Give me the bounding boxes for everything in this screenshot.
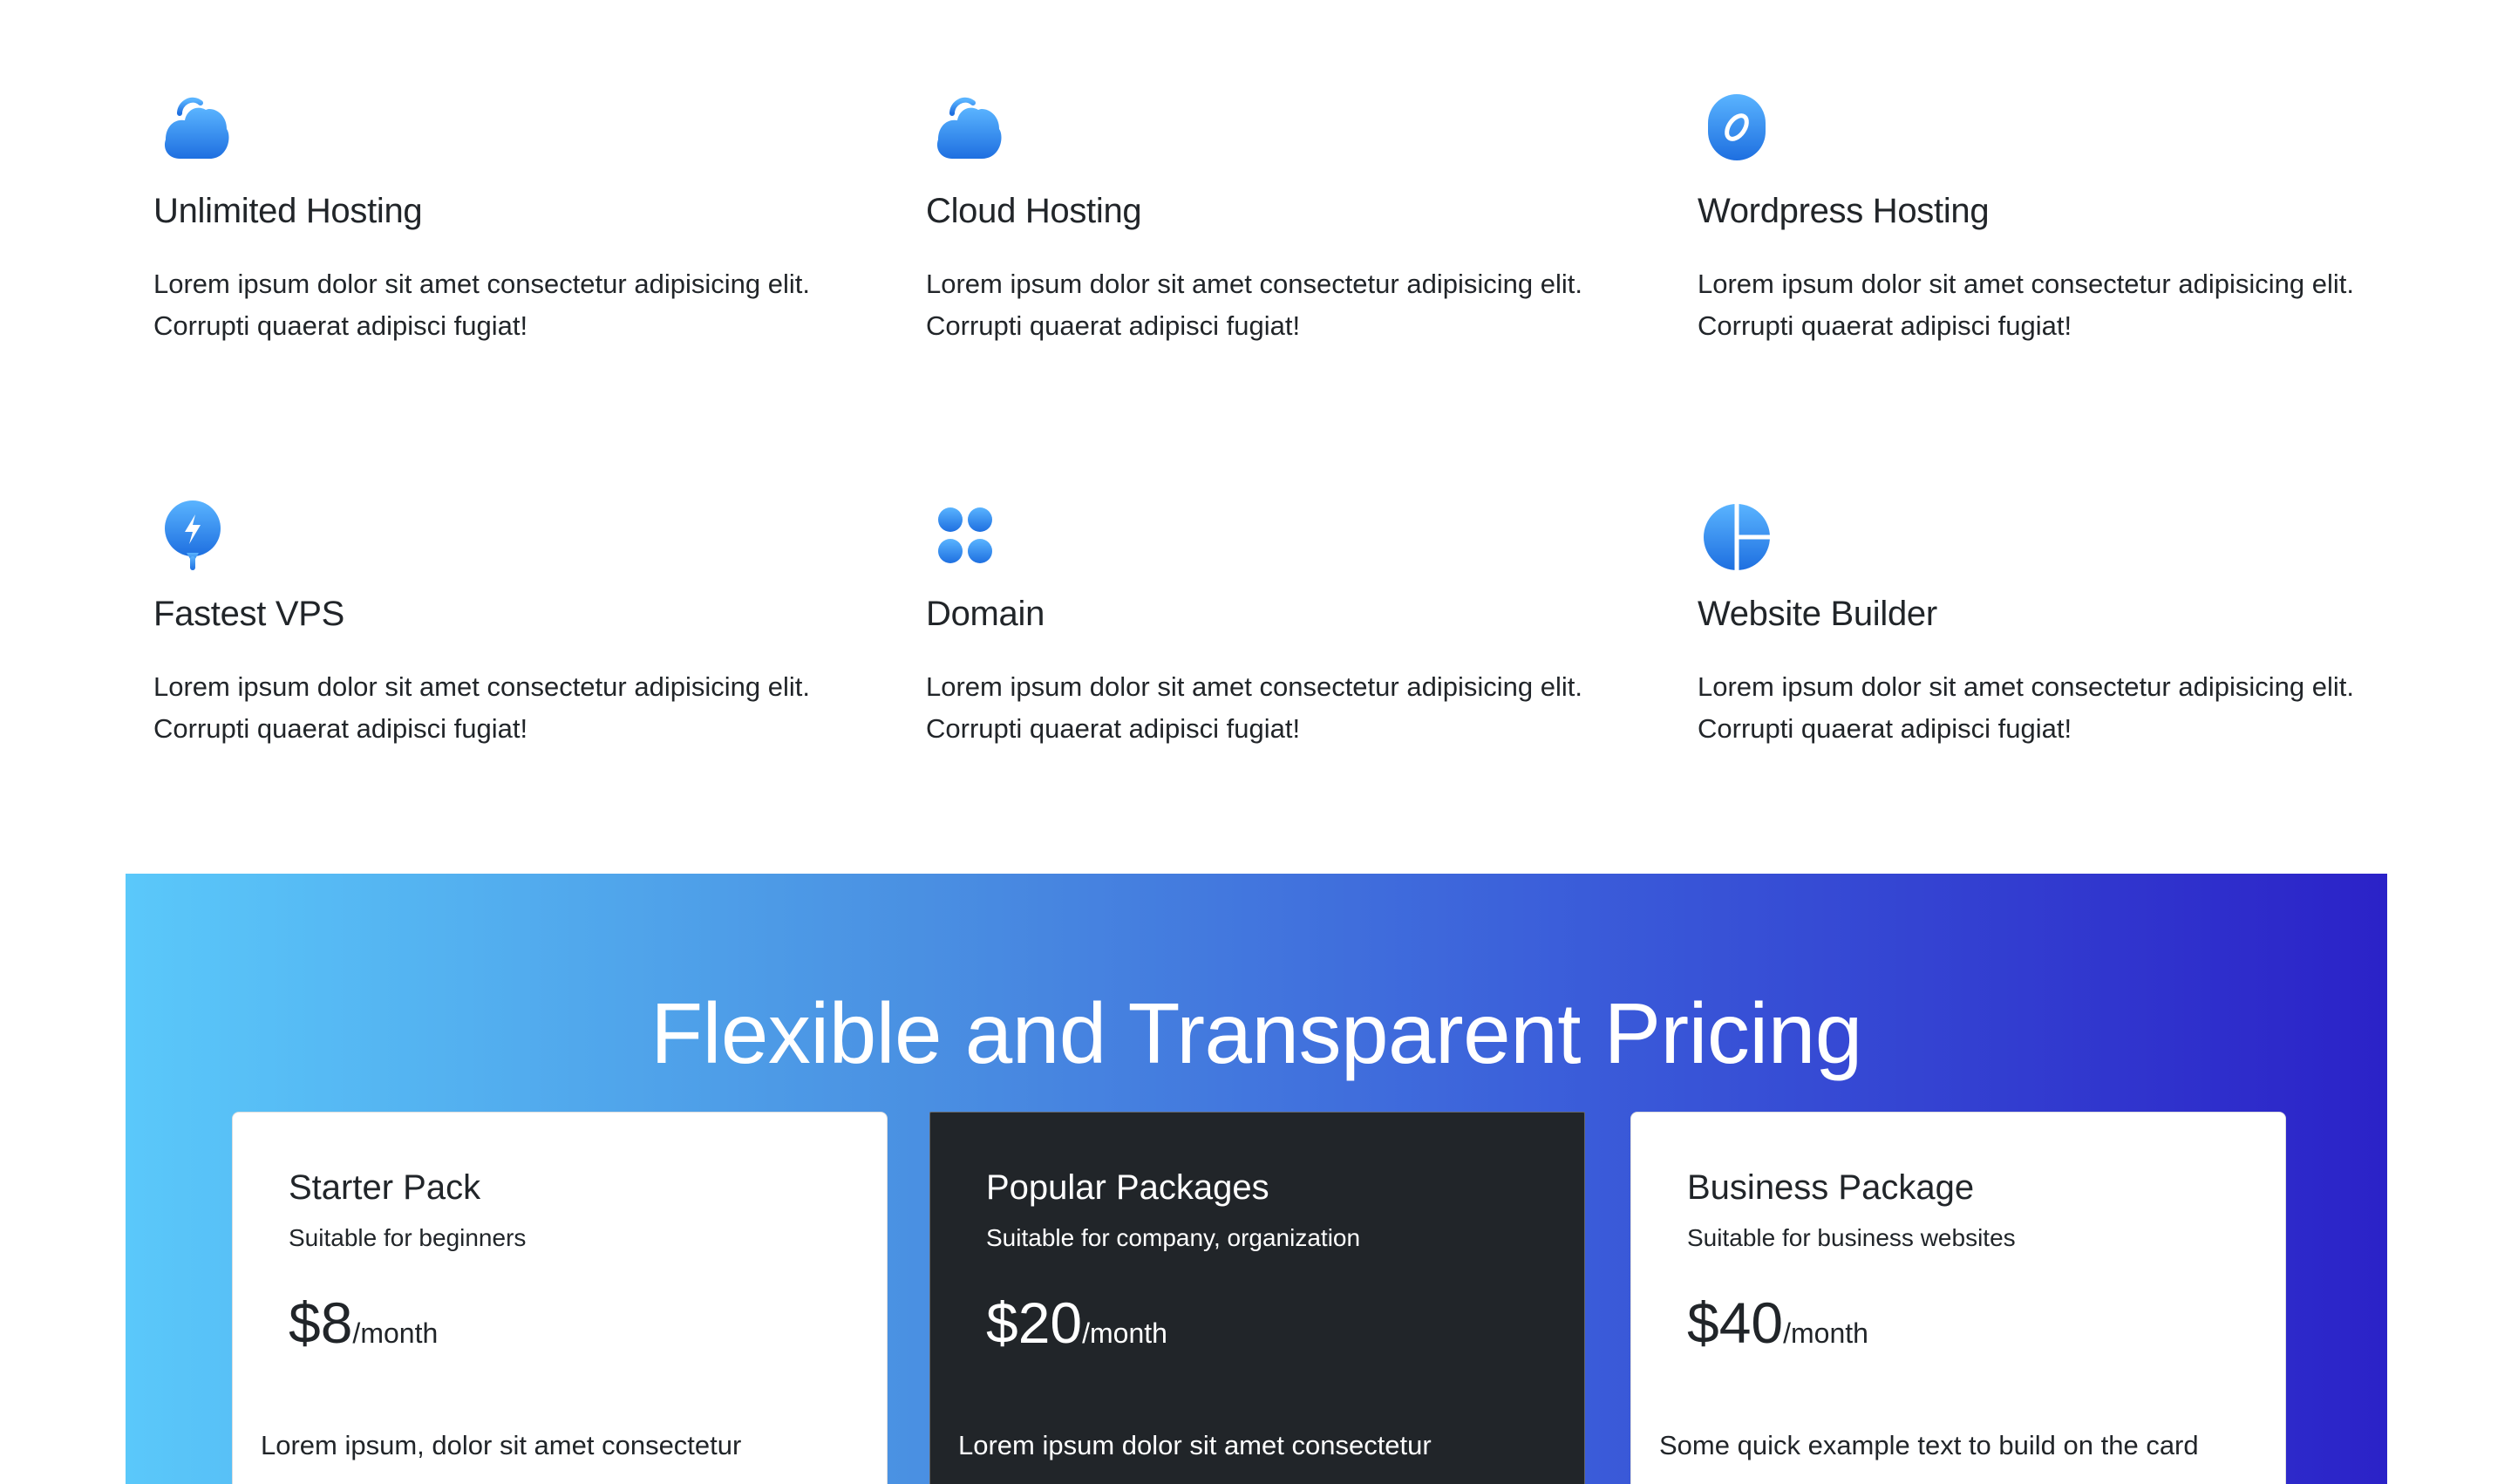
bolt-pin-icon [165, 500, 221, 570]
feature-title: Fastest VPS [153, 595, 345, 633]
card-subtitle: Suitable for business websites [1687, 1224, 2016, 1251]
feature-description: Lorem ipsum dolor sit amet consectetur a… [926, 671, 1582, 744]
price-amount: $20 [986, 1290, 1083, 1355]
price-period: /month [1783, 1317, 1868, 1349]
card-price: $20/month [986, 1294, 1528, 1351]
feature-description: Lorem ipsum dolor sit amet consectetur a… [1698, 671, 2354, 744]
feature-title: Unlimited Hosting [153, 192, 423, 230]
feature-fastest-vps: Fastest VPS Lorem ipsum dolor sit amet c… [153, 495, 868, 750]
grid-dots-icon [938, 507, 992, 563]
card-title: Popular Packages [986, 1168, 1269, 1207]
pricing-section: Flexible and Transparent Pricing Starter… [126, 874, 2387, 1484]
feature-description: Lorem ipsum dolor sit amet consectetur a… [1698, 269, 2354, 341]
card-subtitle: Suitable for beginners [289, 1224, 527, 1251]
card-body-text: Some quick example text to build on the … [1659, 1430, 2199, 1460]
pricing-heading: Flexible and Transparent Pricing [650, 985, 1862, 1081]
pie-chart-icon [1704, 504, 1770, 570]
pricing-card-business: Business Package Suitable for business w… [1630, 1112, 2286, 1484]
feature-cloud-hosting: Cloud Hosting Lorem ipsum dolor sit amet… [926, 87, 1641, 347]
feature-title: Domain [926, 595, 1045, 633]
feature-title: Wordpress Hosting [1698, 192, 1990, 230]
card-subtitle: Suitable for company, organization [986, 1224, 1361, 1251]
price-amount: $40 [1687, 1290, 1784, 1355]
pricing-card-popular: Popular Packages Suitable for company, o… [929, 1112, 1585, 1484]
price-period: /month [1082, 1317, 1167, 1349]
card-body-text: Lorem ipsum, dolor sit amet consectetur [261, 1430, 742, 1460]
card-price: $40/month [1687, 1294, 2229, 1351]
pricing-card-starter: Starter Pack Suitable for beginners $8/m… [232, 1112, 888, 1484]
wordpress-leaf-icon [1708, 94, 1766, 160]
feature-title: Cloud Hosting [926, 192, 1142, 230]
feature-unlimited-hosting: Unlimited Hosting Lorem ipsum dolor sit … [153, 87, 868, 347]
feature-website-builder: Website Builder Lorem ipsum dolor sit am… [1698, 495, 2412, 750]
card-body-text: Lorem ipsum dolor sit amet consectetur [958, 1430, 1432, 1460]
card-title: Business Package [1687, 1168, 1975, 1207]
card-price: $8/month [289, 1294, 831, 1351]
feature-domain: Domain Lorem ipsum dolor sit amet consec… [926, 495, 1641, 750]
feature-wordpress-hosting: Wordpress Hosting Lorem ipsum dolor sit … [1698, 87, 2412, 347]
features-section: Unlimited Hosting Lorem ipsum dolor sit … [153, 0, 2385, 872]
price-period: /month [352, 1317, 439, 1349]
cloud-icon [936, 97, 1002, 159]
feature-description: Lorem ipsum dolor sit amet consectetur a… [153, 269, 810, 341]
card-title: Starter Pack [289, 1168, 481, 1207]
feature-description: Lorem ipsum dolor sit amet consectetur a… [926, 269, 1582, 341]
price-amount: $8 [289, 1290, 353, 1355]
feature-description: Lorem ipsum dolor sit amet consectetur a… [153, 671, 810, 744]
feature-title: Website Builder [1698, 595, 1937, 633]
cloud-icon [164, 97, 229, 159]
